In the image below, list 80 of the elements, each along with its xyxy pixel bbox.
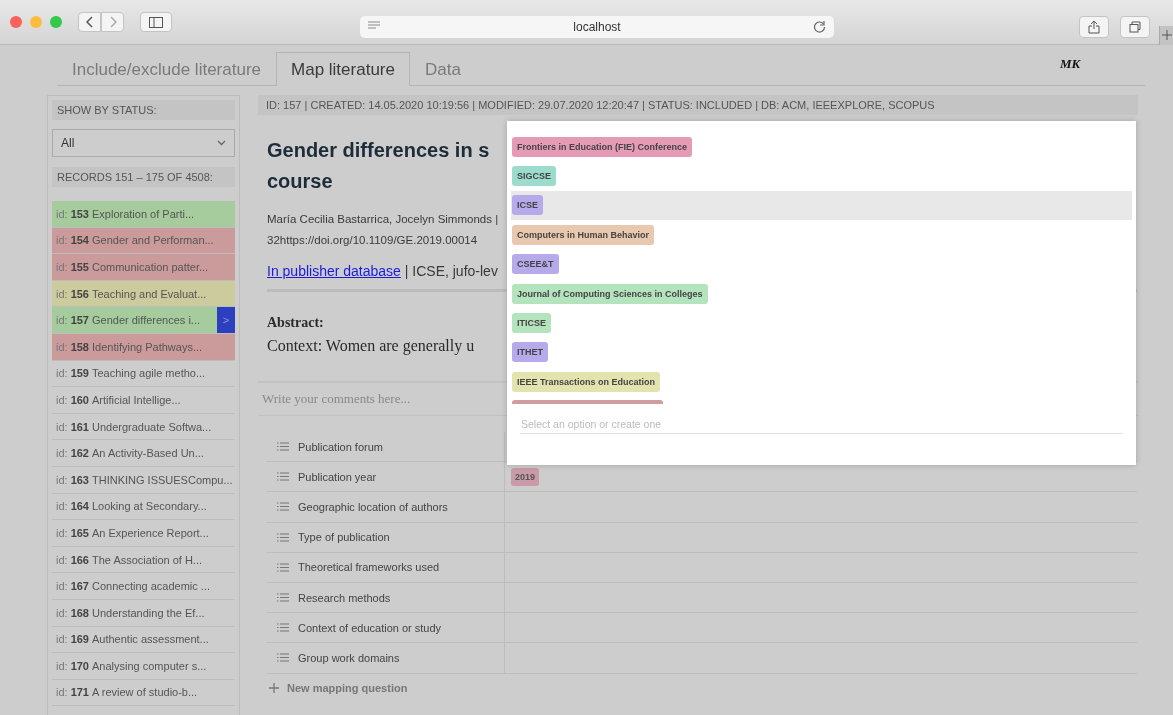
open-record-button[interactable]: >	[217, 307, 235, 333]
record-item[interactable]: id: 169 Authentic assessment...	[52, 626, 235, 654]
sidebar-button[interactable]	[140, 12, 172, 32]
share-icon	[1088, 20, 1100, 34]
record-item[interactable]: id: 168 Understanding the Ef...	[52, 599, 235, 627]
question-label: Geographic location of authors	[298, 500, 448, 513]
tabs-icon	[1129, 21, 1141, 33]
option-tag[interactable]: CSEE&T	[512, 254, 559, 275]
user-initials: MK	[1060, 56, 1081, 72]
plus-icon	[269, 682, 279, 693]
option-tag[interactable]: Journal of Computing Sciences in Colleges	[512, 283, 708, 304]
record-item[interactable]: id: 161 Undergraduate Softwa...	[52, 413, 235, 441]
option-tag[interactable]: IEEE Transactions on Education	[512, 371, 661, 392]
option-tag[interactable]: Frontiers in Education (FIE) Conference	[512, 136, 692, 157]
record-item[interactable]: id: 157 Gender differences i... >	[52, 307, 235, 334]
forward-icon	[108, 16, 117, 28]
list-icon	[277, 532, 289, 542]
list-icon	[277, 502, 289, 512]
list-icon	[277, 593, 289, 603]
question-label: Group work domains	[298, 651, 400, 664]
question-label: Publication forum	[298, 440, 383, 453]
tab[interactable]: Map literature	[276, 52, 410, 86]
status-dropdown[interactable]: All	[52, 129, 235, 157]
record-item[interactable]: id: 167 Connecting academic ...	[52, 573, 235, 600]
record-title: course	[267, 170, 333, 192]
record-item[interactable]: id: 166 The Association of H...	[52, 546, 235, 574]
back-icon	[85, 16, 94, 28]
abstract-heading: Abstract:	[267, 315, 324, 331]
question-label: Context of education or study	[298, 621, 442, 634]
list-icon	[277, 623, 289, 633]
sidebar-icon	[149, 16, 163, 28]
record-item[interactable]: id: 170 Analysing computer s...	[52, 653, 235, 680]
list-icon	[277, 472, 289, 482]
record-item[interactable]: id: 163 THINKING ISSUESCompu...	[52, 466, 235, 494]
list-icon	[277, 562, 289, 572]
record-item[interactable]: id: 158 Identifying Pathways...	[52, 333, 235, 361]
list-icon	[277, 653, 289, 663]
record-details: 32https://doi.org/10.1109/GE.2019.00014	[267, 233, 479, 248]
record-item[interactable]: id: 154 Gender and Performan...	[52, 227, 235, 255]
record-item[interactable]: id: 153 Exploration of Parti...	[52, 201, 235, 228]
record-item[interactable]: id: 165 An Experience Report...	[52, 520, 235, 547]
option-tag[interactable]: SIGCSE	[512, 166, 556, 187]
value-tag[interactable]: 2019	[511, 467, 540, 486]
plus-icon	[1162, 30, 1172, 40]
record-item[interactable]: id: 160 Artificial Intellige...	[52, 387, 235, 414]
question-label: Publication year	[298, 470, 377, 483]
section-heading: SHOW BY STATUS:	[52, 100, 235, 120]
record-item[interactable]: id: 162 An Activity-Based Un...	[52, 440, 235, 467]
option-tag[interactable]: ITHET	[512, 342, 548, 363]
new-tab-button[interactable]	[1159, 26, 1173, 45]
highlighted-option[interactable]: ICSE	[511, 190, 1132, 221]
venue-text: | ICSE, jufo-lev	[403, 263, 498, 279]
question-label: Type of publication	[298, 531, 390, 544]
record-item[interactable]: id: 159 Teaching agile metho...	[52, 360, 235, 388]
address-bar[interactable]: localhost	[360, 16, 834, 38]
record-item[interactable]: id: 171 A review of studio-b...	[52, 679, 235, 707]
chevron-down-icon	[217, 140, 226, 146]
window-control-icon[interactable]	[50, 16, 62, 28]
tabs-button[interactable]	[1120, 16, 1150, 38]
list-icon	[277, 442, 289, 452]
record-item[interactable]: id: 156 Teaching and Evaluat...	[52, 280, 235, 308]
section-heading: RECORDS 151 – 175 OF 4508:	[52, 167, 235, 187]
share-button[interactable]	[1079, 16, 1109, 38]
window-control-icon[interactable]	[30, 16, 42, 28]
abstract-text: Context: Women are generally u	[267, 337, 475, 357]
record-details: María Cecilia Bastarrica, Jocelyn Simmonds |	[267, 212, 500, 227]
option-tag[interactable]: ICSE	[512, 195, 543, 216]
record-metadata: ID: 157 | CREATED: 14.05.2020 10:19:56 | MODIFIED: 29.07.2020 12:20:47 | STATUS: INCLUDED | DB: ACM, IEEEXPLORE, SCOPUS	[258, 95, 1138, 115]
record-item[interactable]: id: 155 Communication patter...	[52, 254, 235, 281]
reader-icon	[368, 21, 380, 30]
window-control-icon[interactable]	[10, 16, 22, 28]
option-tag[interactable]: Computers in Human Behavior	[512, 224, 655, 245]
record-item[interactable]: id: 164 Looking at Secondary...	[52, 493, 235, 521]
back-button[interactable]	[78, 12, 101, 32]
publisher-link[interactable]: In publisher database	[267, 263, 401, 279]
option-tag[interactable]: ITICSE	[512, 313, 551, 334]
record-title: Gender differences in s	[267, 139, 490, 161]
question-label: Research methods	[298, 591, 391, 604]
reload-icon	[813, 20, 826, 33]
question-label: Theoretical frameworks used	[298, 561, 440, 574]
